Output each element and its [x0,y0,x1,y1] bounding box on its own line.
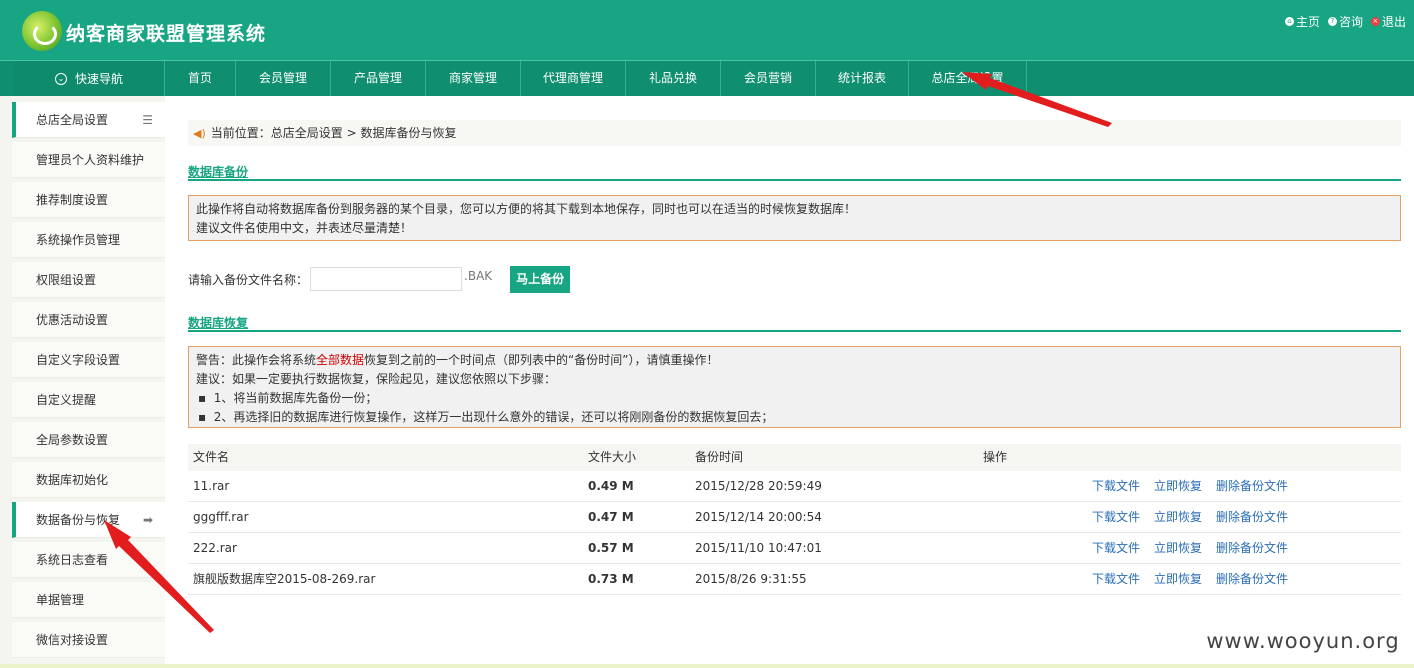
restore-link[interactable]: 立即恢复 [1154,502,1202,533]
home-icon: ⌂ [1284,17,1294,26]
logout-link[interactable]: × 退出 [1370,13,1406,30]
table-row: 222.rar 0.57 M 2015/11/10 10:47:01 下载文件立… [188,533,1401,564]
sidebar-item-admin-profile[interactable]: 管理员个人资料维护 [12,142,165,178]
nav-item-agents[interactable]: 代理商管理 [521,61,626,96]
sidebar-item-system-log[interactable]: 系统日志查看 [12,542,165,578]
nav-item-products[interactable]: 产品管理 [331,61,426,96]
restore-section-title: 数据库恢复 [188,314,1401,332]
nav-item-merchants[interactable]: 商家管理 [426,61,521,96]
restore-link[interactable]: 立即恢复 [1154,471,1202,502]
logo-icon [22,11,62,51]
backup-table: 文件名 文件大小 备份时间 操作 11.rar 0.49 M 2015/12/2… [188,444,1401,595]
sidebar-item-global-params[interactable]: 全局参数设置 [12,422,165,458]
footer-bar [0,664,1414,668]
backup-form: 请输入备份文件名称： .BAK 马上备份 [188,265,571,293]
table-row: 11.rar 0.49 M 2015/12/28 20:59:49 下载文件 立即… [188,471,1401,502]
sidebar-item-referral[interactable]: 推荐制度设置 [12,182,165,218]
table-row: gggfff.rar 0.47 M 2015/12/14 20:00:54 下载… [188,502,1401,533]
backup-input-label: 请输入备份文件名称： [188,272,309,287]
download-link[interactable]: 下载文件 [1092,502,1140,533]
watermark: www.wooyun.org [1192,618,1414,664]
nav-item-home[interactable]: 首页 [165,61,236,96]
speaker-icon: ◀) [193,127,206,140]
backup-suffix: .BAK [464,269,493,283]
sidebar-item-permissions[interactable]: 权限组设置 [12,262,165,298]
delete-link[interactable]: 删除备份文件 [1216,533,1288,564]
close-icon: × [1370,17,1380,26]
nav-item-gifts[interactable]: 礼品兑换 [626,61,721,96]
restore-link[interactable]: 立即恢复 [1154,533,1202,564]
delete-link[interactable]: 删除备份文件 [1216,502,1288,533]
header: 纳客商家联盟管理系统 ⌂ 主页 ? 咨询 × 退出 [0,0,1414,60]
nav-item-marketing[interactable]: 会员营销 [721,61,816,96]
chevron-down-icon: ⌄ [54,72,67,85]
nav-item-global-settings[interactable]: 总店全局设置 [909,61,1027,96]
consult-link[interactable]: ? 咨询 [1327,13,1363,30]
sidebar-item-global-settings[interactable]: 总店全局设置 ☰ [12,102,165,138]
sidebar-item-promotions[interactable]: 优惠活动设置 [12,302,165,338]
sidebar-item-documents[interactable]: 单据管理 [12,582,165,618]
app-title: 纳客商家联盟管理系统 [66,23,267,45]
nav-item-reports[interactable]: 统计报表 [816,61,909,96]
top-links: ⌂ 主页 ? 咨询 × 退出 [1284,13,1406,30]
sidebar-item-db-init[interactable]: 数据库初始化 [12,462,165,498]
quick-nav-button[interactable]: ⌄ 快速导航 [14,61,165,96]
sidebar-item-wechat[interactable]: 微信对接设置 [12,622,165,658]
backup-now-button[interactable]: 马上备份 [510,265,571,293]
backup-section-title: 数据库备份 [188,163,1401,181]
help-icon: ? [1327,17,1337,26]
restore-notice: 警告：此操作会将系统全部数据恢复到之前的一个时间点（即列表中的“备份时间”），请… [188,346,1401,428]
arrow-right-icon: ➡ [142,513,153,527]
sidebar-item-custom-reminder[interactable]: 自定义提醒 [12,382,165,418]
download-link[interactable]: 下载文件 [1092,533,1140,564]
backup-filename-input[interactable] [310,267,463,291]
delete-link[interactable]: 删除备份文件 [1216,564,1288,595]
sidebar-item-backup-restore[interactable]: 数据备份与恢复 ➡ [12,502,165,538]
home-link[interactable]: ⌂ 主页 [1284,13,1320,30]
sidebar: 总店全局设置 ☰ 管理员个人资料维护 推荐制度设置 系统操作员管理 权限组设置 … [0,96,165,668]
restore-link[interactable]: 立即恢复 [1154,564,1202,595]
main-nav: ⌄ 快速导航 首页 会员管理 产品管理 商家管理 代理商管理 礼品兑换 会员营销… [0,60,1414,96]
table-header: 文件名 文件大小 备份时间 操作 [188,444,1401,471]
nav-item-members[interactable]: 会员管理 [236,61,331,96]
download-link[interactable]: 下载文件 [1092,564,1140,595]
backup-notice: 此操作将自动将数据库备份到服务器的某个目录，您可以方便的将其下载到本地保存，同时… [188,195,1401,241]
download-link[interactable]: 下载文件 [1092,471,1140,502]
list-icon: ☰ [142,113,153,127]
sidebar-item-custom-fields[interactable]: 自定义字段设置 [12,342,165,378]
table-row: 旗舰版数据库空2015-08-269.rar 0.73 M 2015/8/26 … [188,564,1401,595]
delete-link[interactable]: 删除备份文件 [1216,471,1288,502]
breadcrumb: ◀) 当前位置：总店全局设置 > 数据库备份与恢复 [188,120,1401,146]
sidebar-item-operators[interactable]: 系统操作员管理 [12,222,165,258]
